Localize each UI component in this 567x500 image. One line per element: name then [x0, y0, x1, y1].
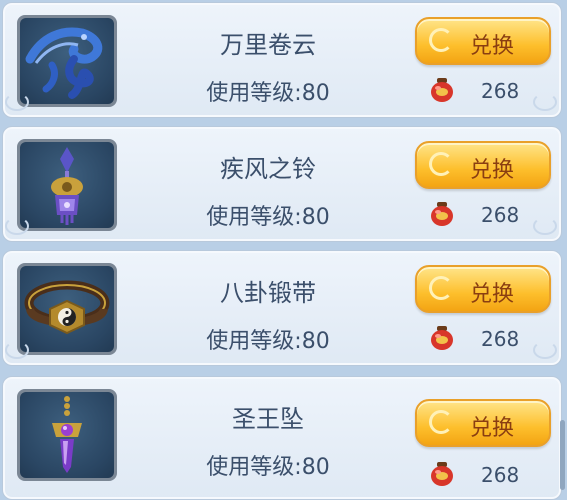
item-price: 268	[429, 323, 549, 353]
item-name: 八卦锻带	[220, 279, 316, 307]
red-jar-icon	[431, 78, 453, 102]
exchange-button[interactable]: 兑换	[415, 141, 551, 189]
corner-swirl-icon	[533, 217, 557, 235]
corner-swirl-icon	[533, 341, 557, 359]
corner-swirl-icon	[5, 217, 29, 235]
blue-ribbon-scarf-icon	[25, 27, 103, 99]
red-jar-icon	[431, 326, 453, 350]
exchange-list: 万里卷云 使用等级:80 兑换 268 疾风之铃 使用等级:80 兑换 268 …	[0, 0, 567, 500]
scrollbar[interactable]	[560, 420, 565, 490]
price-value: 268	[481, 203, 520, 227]
item-level-requirement: 使用等级:80	[206, 81, 330, 106]
item-price: 268	[429, 75, 549, 105]
corner-swirl-icon	[533, 93, 557, 111]
item-icon-frame[interactable]	[17, 15, 117, 107]
item-icon-frame[interactable]	[17, 139, 117, 231]
exchange-button[interactable]: 兑换	[415, 399, 551, 447]
price-value: 268	[481, 79, 520, 103]
exchange-button-label: 兑换	[469, 34, 514, 59]
exchange-row: 疾风之铃 使用等级:80 兑换 268	[2, 126, 562, 242]
exchange-button[interactable]: 兑换	[415, 265, 551, 313]
red-jar-icon	[431, 462, 453, 486]
red-jar-icon	[431, 202, 453, 226]
item-price: 268	[429, 199, 549, 229]
corner-swirl-icon	[5, 341, 29, 359]
item-name: 万里卷云	[220, 31, 316, 59]
exchange-row: 圣王坠 使用等级:80 兑换 268	[2, 376, 562, 500]
bagua-belt-icon	[24, 280, 110, 335]
exchange-button-label: 兑换	[469, 158, 514, 183]
item-name: 圣王坠	[232, 405, 304, 433]
item-name: 疾风之铃	[220, 155, 316, 183]
exchange-button-label: 兑换	[469, 282, 514, 307]
price-value: 268	[481, 327, 520, 351]
corner-swirl-icon	[5, 93, 29, 111]
item-level-requirement: 使用等级:80	[206, 329, 330, 354]
item-icon-frame[interactable]	[17, 389, 117, 481]
item-price: 268	[429, 459, 549, 489]
item-level-requirement: 使用等级:80	[206, 455, 330, 480]
exchange-button[interactable]: 兑换	[415, 17, 551, 65]
exchange-button-label: 兑换	[469, 416, 514, 441]
exchange-row: 万里卷云 使用等级:80 兑换 268	[2, 2, 562, 118]
purple-bell-pendant-icon	[51, 147, 83, 225]
price-value: 268	[481, 463, 520, 487]
exchange-row: 八卦锻带 使用等级:80 兑换 268	[2, 250, 562, 366]
item-icon-frame[interactable]	[17, 263, 117, 355]
purple-gem-pendant-icon	[52, 396, 82, 473]
item-level-requirement: 使用等级:80	[206, 205, 330, 230]
